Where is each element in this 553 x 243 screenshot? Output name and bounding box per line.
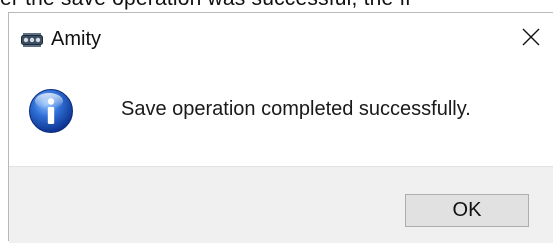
amity-app-icon (21, 32, 43, 48)
title-bar[interactable]: Amity (9, 13, 553, 65)
message-text: Save operation completed successfully. (121, 98, 471, 120)
background-document-text: er the save operation was successful, th… (0, 0, 410, 11)
information-icon (28, 88, 74, 134)
close-button[interactable] (508, 13, 553, 65)
button-bar: OK (9, 166, 553, 243)
window-title: Amity (51, 28, 101, 50)
ok-button[interactable]: OK (405, 194, 529, 227)
dialog-content: Save operation completed successfully. (9, 65, 553, 166)
close-icon (522, 28, 540, 51)
message-dialog: Amity Save operation completed successfu… (8, 12, 553, 243)
